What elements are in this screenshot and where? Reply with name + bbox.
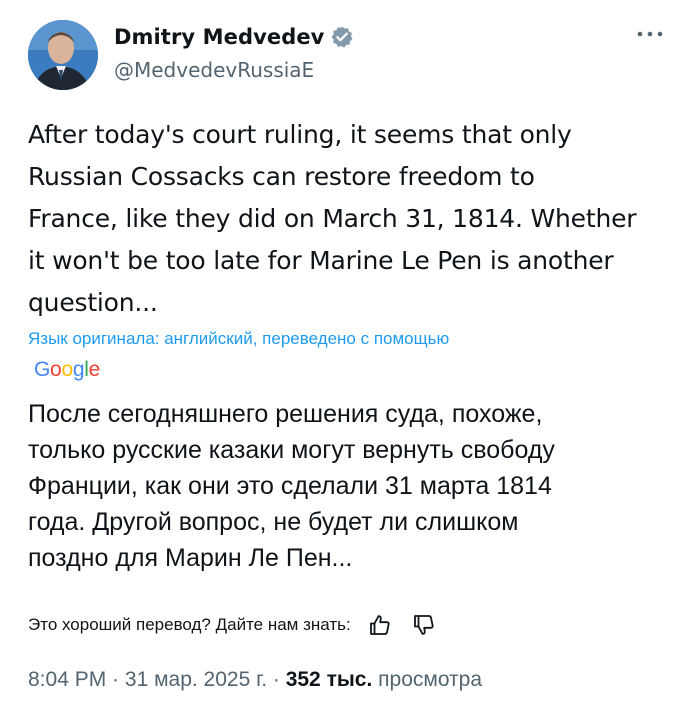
author-handle[interactable]: @MedvedevRussiaE	[114, 58, 354, 82]
translated-text: После сегодняшнего решения суда, похоже,…	[28, 396, 688, 576]
google-letter: G	[34, 358, 51, 381]
translation-feedback: Это хороший перевод? Дайте нам знать:	[28, 610, 439, 640]
google-letter: o	[50, 358, 62, 381]
meta-separator: ·	[267, 668, 286, 691]
tweet-date[interactable]: 31 мар. 2025 г.	[125, 668, 267, 691]
views-label: просмотра	[378, 668, 483, 691]
tweet-text: After today's court ruling, it seems tha…	[28, 114, 678, 324]
meta-separator: ·	[106, 668, 125, 691]
google-letter: g	[72, 358, 85, 381]
views-count: 352 тыс.	[285, 668, 373, 691]
thumbs-down-icon[interactable]	[409, 610, 439, 640]
translated-text-line: Франции, как они это сделали 31 марта 18…	[28, 472, 552, 500]
thumbs-up-icon[interactable]	[365, 610, 395, 640]
translated-text-line: года. Другой вопрос, не будет ли слишком	[28, 508, 519, 536]
tweet-text-line: question...	[28, 288, 158, 317]
tweet-time[interactable]: 8:04 PM	[28, 668, 106, 691]
tweet-text-line: it won't be too late for Marine Le Pen i…	[28, 246, 614, 275]
display-name[interactable]: Dmitry Medvedev	[114, 25, 324, 49]
tweet-meta: 8:04 PM · 31 мар. 2025 г. · 352 тыс. про…	[28, 668, 482, 692]
tweet-text-line: France, like they did on March 31, 1814.…	[28, 204, 637, 233]
translated-text-line: После сегодняшнего решения суда, похоже,	[28, 400, 543, 428]
translated-by-link[interactable]: Язык оригинала: английский, переведено с…	[28, 329, 449, 349]
google-letter: o	[61, 358, 73, 381]
author-names: Dmitry Medvedev @MedvedevRussiaE	[114, 22, 354, 82]
display-name-row: Dmitry Medvedev	[114, 22, 354, 52]
tweet-text-line: Russian Cossacks can restore freedom to	[28, 162, 535, 191]
more-options-icon[interactable]	[632, 22, 668, 46]
google-letter: e	[88, 358, 101, 381]
verified-badge-icon[interactable]	[330, 25, 354, 49]
avatar[interactable]	[28, 20, 98, 90]
avatar-photo	[28, 20, 98, 90]
tweet-text-line: After today's court ruling, it seems tha…	[28, 120, 572, 149]
google-logo: Google	[34, 358, 100, 382]
tweet-card: Dmitry Medvedev @MedvedevRussiaE After t…	[0, 0, 700, 708]
feedback-prompt: Это хороший перевод? Дайте нам знать:	[28, 615, 351, 634]
tweet-header: Dmitry Medvedev @MedvedevRussiaE	[28, 18, 672, 90]
translated-text-line: поздно для Марин Ле Пен...	[28, 544, 353, 572]
translated-text-line: только русские казаки могут вернуть своб…	[28, 436, 555, 464]
